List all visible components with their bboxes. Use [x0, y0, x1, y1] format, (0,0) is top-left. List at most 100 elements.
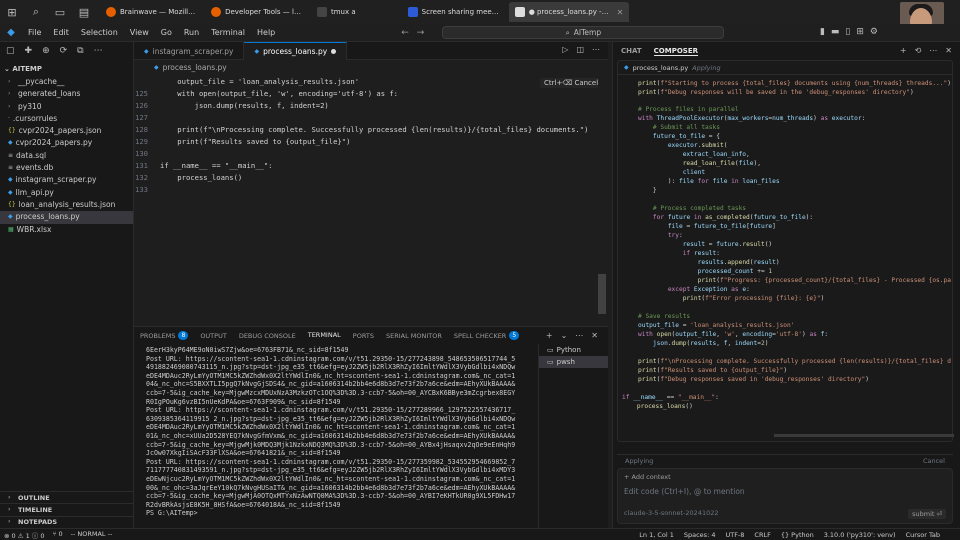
panel-tab-ports[interactable]: PORTS [347, 327, 380, 345]
panel-tab-debug-console[interactable]: DEBUG CONSOLE [233, 327, 302, 345]
unsaved-dot-icon[interactable] [331, 49, 337, 54]
customize-layout-icon[interactable]: ⊞ [856, 27, 864, 37]
taskbar-app-firefox-brainwave[interactable]: Brainwave — Mozill… [100, 2, 201, 22]
add-context-button[interactable]: + Add context [624, 473, 671, 481]
new-composer-icon[interactable]: + [900, 46, 907, 55]
inline-edit-cancel-hint[interactable]: Ctrl+⌫ Cancel [540, 78, 603, 88]
split-editor-icon[interactable]: ◫ [576, 45, 584, 54]
file-explorer-icon[interactable]: ▤ [72, 0, 96, 24]
tree-item[interactable]: ◆ instagram_scraper.py [0, 174, 133, 186]
menu-file[interactable]: File [22, 28, 47, 37]
status-ports[interactable]: ⑂ 0 [53, 530, 63, 540]
explorer-root-folder[interactable]: ⌄ AITEMP [0, 62, 133, 76]
taskbar-app-screen-sharing[interactable]: Screen sharing mee… [402, 2, 505, 22]
toggle-panel-icon[interactable]: ▬ [831, 27, 840, 37]
tab-chat[interactable]: CHAT [621, 47, 642, 55]
gear-icon[interactable]: ⚙ [870, 27, 878, 37]
status-problems[interactable]: ⊗ 0 ⚠ 1 ⓘ 0 [4, 530, 45, 540]
editor-scrollbar[interactable] [598, 74, 606, 314]
menu-view[interactable]: View [124, 28, 155, 37]
tree-item[interactable]: ≡ events.db [0, 162, 133, 174]
menu-help[interactable]: Help [251, 28, 281, 37]
extensions-icon[interactable]: ⧉ [77, 46, 83, 56]
panel-tab-problems[interactable]: PROBLEMS 8 [134, 327, 194, 345]
menu-terminal[interactable]: Terminal [205, 28, 251, 37]
chevron-down-icon[interactable]: ⌄ [561, 331, 568, 340]
menu-edit[interactable]: Edit [47, 28, 75, 37]
status-indentation[interactable]: Spaces: 4 [684, 531, 716, 539]
tree-item[interactable]: › py310 [0, 101, 133, 113]
editor-tab-bar: ◆ instagram_scraper.py ◆ process_loans.p… [134, 42, 608, 60]
status-cursor-position[interactable]: Ln 1, Col 1 [639, 531, 674, 539]
terminal-item-python[interactable]: ▭ Python [539, 344, 608, 356]
tree-item[interactable]: › generated_loans [0, 88, 133, 100]
breadcrumb[interactable]: ◆ process_loans.py [134, 60, 608, 74]
close-icon[interactable]: ✕ [617, 8, 624, 17]
tree-item[interactable]: › __pycache__ [0, 76, 133, 88]
tree-item[interactable]: · .cursorrules [0, 113, 133, 125]
chevron-right-icon: › [8, 518, 11, 526]
more-actions-icon[interactable]: ⋯ [592, 45, 600, 54]
notepads-section[interactable]: › NOTEPADS [0, 515, 134, 528]
tree-item[interactable]: ▦ WBR.xlsx [0, 224, 133, 236]
task-view-icon[interactable]: ▭ [48, 0, 72, 24]
cancel-button[interactable]: Cancel [923, 457, 945, 465]
terminal-icon: ▭ [547, 358, 554, 366]
toggle-sidebar-icon[interactable]: ▮ [820, 27, 825, 37]
history-icon[interactable]: ⟲ [915, 46, 922, 55]
taskbar-app-cursor[interactable]: ● process_loans.py -… ✕ [508, 2, 630, 22]
more-icon[interactable]: ⋯ [929, 46, 937, 55]
files-icon[interactable]: ▢ [6, 46, 15, 56]
composer-input[interactable]: + Add context Edit code (Ctrl+I), @ to m… [617, 468, 953, 524]
panel-tab-output[interactable]: OUTPUT [194, 327, 233, 345]
panel-tab-terminal[interactable]: TERMINAL [301, 327, 347, 345]
refresh-icon[interactable]: ⟳ [60, 46, 68, 56]
tree-item[interactable]: {} loan_analysis_results.json [0, 199, 133, 211]
status-interpreter[interactable]: 3.10.0 ('py310': venv) [824, 531, 896, 539]
close-icon[interactable]: ✕ [945, 46, 952, 55]
model-selector[interactable]: claude-3-5-sonnet-20241022 [624, 509, 719, 517]
terminal-output[interactable]: 6EerH3kyP64ME9oN0iwS7Zjw&oe=6763FB71&_nc… [134, 344, 538, 528]
tree-item[interactable]: ◆ process_loans.py [0, 211, 133, 224]
new-file-icon[interactable]: ✚ [25, 46, 33, 56]
nav-arrows[interactable]: ←→ [401, 28, 432, 38]
python-file-icon: ◆ [8, 213, 13, 221]
panel-tab-spell-checker[interactable]: SPELL CHECKER 5 [448, 327, 525, 345]
search-icon[interactable]: ⌕ [24, 0, 48, 24]
tab-process-loans[interactable]: ◆ process_loans.py [244, 42, 348, 60]
timeline-section[interactable]: › TIMELINE [0, 503, 134, 515]
status-eol[interactable]: CRLF [754, 531, 770, 539]
scrollbar-thumb[interactable] [598, 274, 606, 314]
taskbar-app-tmux[interactable]: tmux a [311, 2, 362, 22]
more-icon[interactable]: ⋯ [94, 46, 103, 56]
outline-section[interactable]: › OUTLINE [0, 491, 134, 503]
status-encoding[interactable]: UTF-8 [725, 531, 744, 539]
close-icon[interactable]: ✕ [591, 331, 598, 340]
new-terminal-icon[interactable]: + [546, 331, 553, 340]
command-center-search[interactable]: ⌕ AITemp [442, 26, 725, 39]
menu-go[interactable]: Go [155, 28, 178, 37]
windows-start-icon[interactable]: ⊞ [0, 0, 24, 24]
code-editor[interactable]: output_file = 'loan_analysis_results.jso… [134, 74, 608, 314]
tab-instagram-scraper[interactable]: ◆ instagram_scraper.py [134, 42, 245, 60]
tree-item[interactable]: {} cvpr2024_papers.json [0, 125, 133, 137]
tree-item[interactable]: ≡ data.sql [0, 150, 133, 162]
panel-tab-serial-monitor[interactable]: SERIAL MONITOR [380, 327, 448, 345]
new-folder-icon[interactable]: ⊕ [42, 46, 50, 56]
terminal-item-pwsh[interactable]: ▭ pwsh [539, 356, 608, 368]
menu-selection[interactable]: Selection [75, 28, 124, 37]
ai-horizontal-scrollbar[interactable] [774, 434, 954, 437]
more-icon[interactable]: ⋯ [575, 331, 583, 340]
toggle-secondary-sidebar-icon[interactable]: ▯ [845, 27, 850, 37]
taskbar-app-firefox-devtools[interactable]: Developer Tools — l… [205, 2, 307, 22]
status-cursor-tab[interactable]: Cursor Tab [906, 531, 940, 539]
menu-run[interactable]: Run [178, 28, 205, 37]
status-language[interactable]: {} Python [781, 531, 814, 539]
tree-item[interactable]: ◆ llm_api.py [0, 187, 133, 199]
python-file-icon: ◆ [154, 63, 159, 71]
tab-composer[interactable]: COMPOSER [653, 47, 699, 56]
submit-button[interactable]: submit ⏎ [908, 509, 946, 519]
tree-item[interactable]: ◆ cvpr2024_papers.py [0, 137, 133, 149]
ai-code-filename[interactable]: process_loans.py [633, 64, 689, 72]
run-icon[interactable]: ▷ [562, 45, 568, 54]
